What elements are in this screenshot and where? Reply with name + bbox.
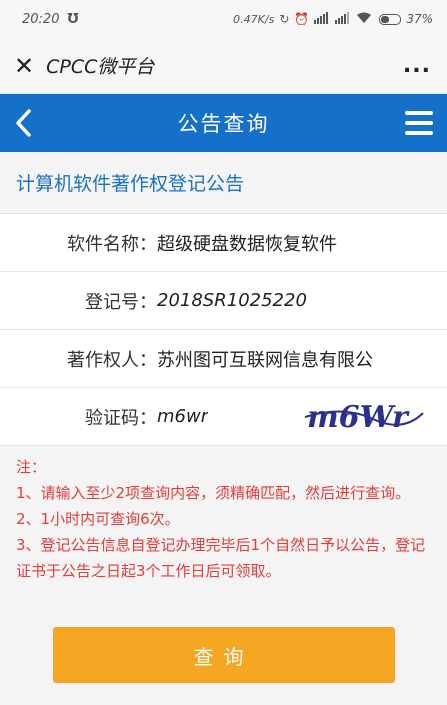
menu-button[interactable] xyxy=(405,111,433,135)
wechat-title: CPCC微平台 xyxy=(46,56,155,78)
status-time: 20:20 xyxy=(22,11,60,27)
sync-icon: ↻ xyxy=(279,12,290,26)
status-right: 0.47K/s ↻ ⏰ 37% xyxy=(233,11,433,27)
status-left: 20:20 Ʊ xyxy=(22,12,79,27)
reg-no-input[interactable]: 2018SR1025220 xyxy=(157,290,307,311)
more-options-icon[interactable]: ... xyxy=(403,53,431,78)
notice-heading: 计算机软件著作权登记公告 xyxy=(0,152,447,214)
menu-icon-bar xyxy=(405,131,433,135)
notes-title: 注： xyxy=(16,458,47,476)
captcha-image[interactable]: m6Wr xyxy=(303,395,425,439)
owner-input[interactable]: 苏州图可互联网信息有限公 xyxy=(157,346,373,372)
notes-line-3: 3、登记公告信息自登记办理完毕后1个自然日予以公告，登记证书于公告之日起3个工作… xyxy=(16,536,426,580)
reg-no-label: 登记号： xyxy=(85,291,157,313)
software-name-input[interactable]: 超级硬盘数据恢复软件 xyxy=(157,230,337,256)
page-header: 公告查询 xyxy=(0,94,447,152)
battery-icon xyxy=(379,13,402,25)
battery-percent: 37% xyxy=(406,12,433,26)
notice-heading-text: 计算机软件著作权登记公告 xyxy=(16,173,245,195)
back-button[interactable] xyxy=(14,103,42,143)
alarm-icon: ⏰ xyxy=(294,12,310,26)
software-name-label: 软件名称： xyxy=(67,233,157,255)
button-area: 查询 xyxy=(0,616,447,705)
menu-icon-bar xyxy=(405,111,433,115)
reg-no-row[interactable]: 登记号： 2018SR1025220 xyxy=(0,272,447,330)
owner-label: 著作权人： xyxy=(67,349,157,371)
software-name-row[interactable]: 软件名称： 超级硬盘数据恢复软件 xyxy=(0,214,447,272)
close-icon[interactable]: ✕ xyxy=(14,54,34,78)
network-speed: 0.47K/s xyxy=(233,12,275,26)
status-bar: 20:20 Ʊ 0.47K/s ↻ ⏰ 37% xyxy=(0,0,447,38)
menu-icon-bar xyxy=(405,121,433,125)
notes-section: 注： 1、请输入至少2项查询内容，须精确匹配，然后进行查询。 2、1小时内可查询… xyxy=(0,446,447,616)
owner-row[interactable]: 著作权人： 苏州图可互联网信息有限公 xyxy=(0,330,447,388)
captcha-image-text: m6Wr xyxy=(307,400,410,435)
captcha-label: 验证码： xyxy=(85,407,157,429)
wechat-bar: ✕ CPCC微平台 ... xyxy=(0,38,447,94)
notification-icon: Ʊ xyxy=(67,11,79,27)
wifi-icon xyxy=(356,12,372,27)
page-title: 公告查询 xyxy=(177,112,270,136)
wechat-left: ✕ CPCC微平台 xyxy=(14,52,154,79)
signal-icon xyxy=(335,11,351,27)
hd-signal-icon xyxy=(314,11,330,27)
notes-line-1: 1、请输入至少2项查询内容，须精确匹配，然后进行查询。 xyxy=(16,484,411,502)
captcha-row[interactable]: 验证码： m6wr m6Wr xyxy=(0,388,447,446)
captcha-input[interactable]: m6wr xyxy=(157,406,208,427)
chevron-left-icon xyxy=(16,109,31,137)
query-button[interactable]: 查询 xyxy=(52,627,395,683)
notes-line-2: 2、1小时内可查询6次。 xyxy=(16,510,180,528)
